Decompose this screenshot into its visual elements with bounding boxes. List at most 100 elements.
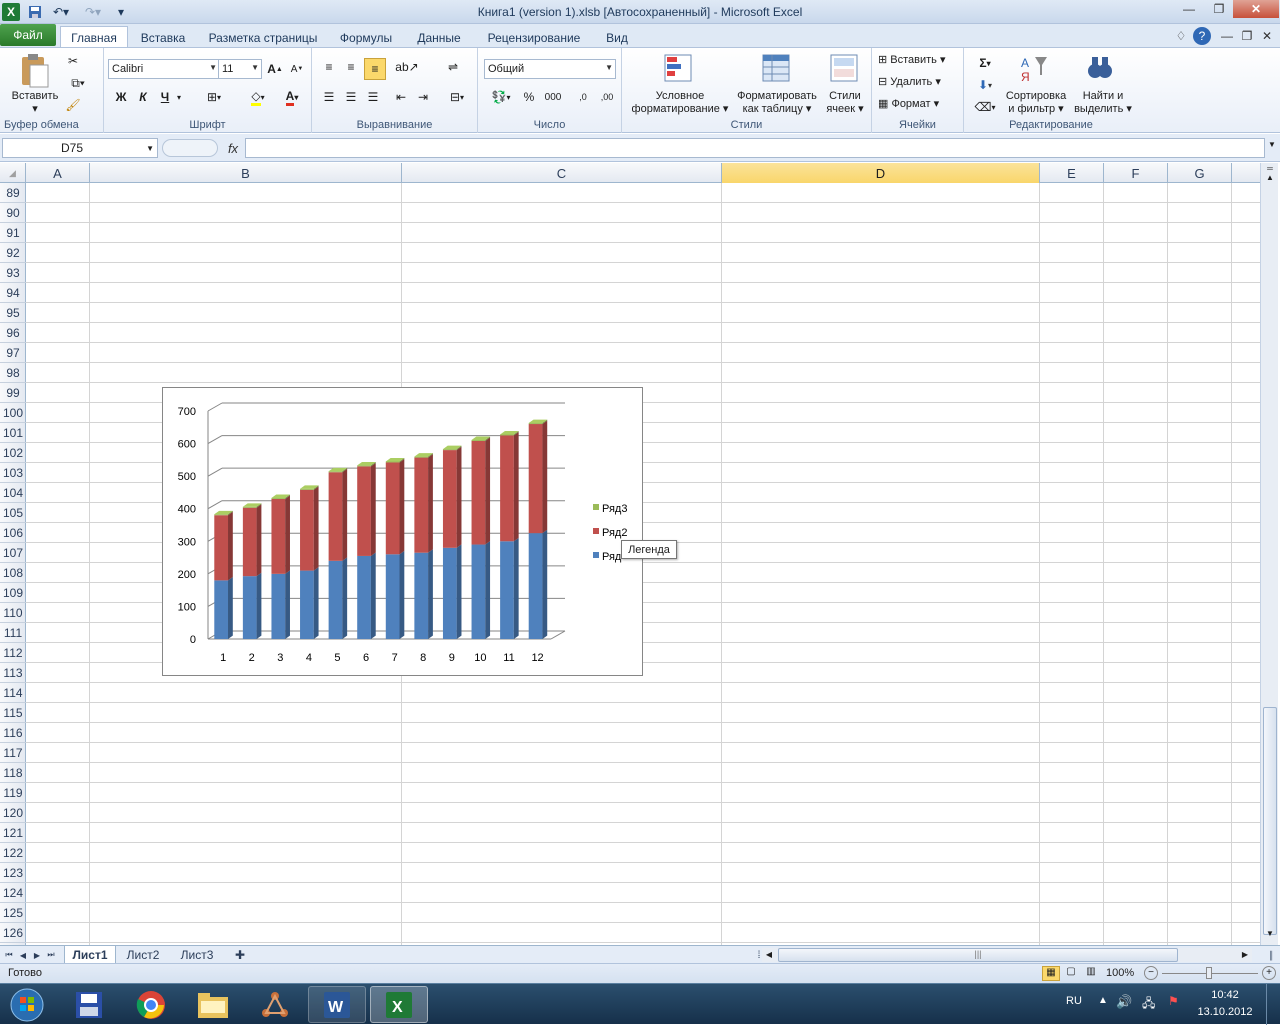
taskbar-app-icon[interactable] — [246, 986, 304, 1023]
grow-font-icon[interactable]: A ▲ — [266, 60, 284, 78]
name-box[interactable]: D75 ▼ — [2, 138, 158, 158]
row-header[interactable]: 100 — [0, 403, 26, 423]
split-box-icon[interactable]: ═ — [1263, 165, 1277, 173]
row-header[interactable]: 97 — [0, 343, 26, 363]
horizontal-scroll-thumb[interactable]: ||| — [778, 948, 1178, 962]
vertical-scrollbar[interactable]: ═ ▲ ▼ — [1260, 163, 1278, 945]
format-as-table-button[interactable]: Форматировать как таблицу ▾ — [730, 90, 824, 116]
column-header-d[interactable]: D — [722, 163, 1040, 183]
row-header[interactable]: 119 — [0, 783, 26, 803]
row-header[interactable]: 103 — [0, 463, 26, 483]
tab-review[interactable]: Рецензирование — [478, 28, 590, 48]
row-header[interactable]: 118 — [0, 763, 26, 783]
clock-time[interactable]: 10:42 — [1190, 989, 1260, 1001]
tab-page-layout[interactable]: Разметка страницы — [200, 28, 326, 48]
row-header[interactable]: 104 — [0, 483, 26, 503]
paste-button[interactable]: Вставить — [6, 90, 64, 103]
row-header[interactable]: 114 — [0, 683, 26, 703]
hsplit-box-icon[interactable]: ║ — [1264, 946, 1278, 964]
row-header[interactable]: 105 — [0, 503, 26, 523]
row-header[interactable]: 124 — [0, 883, 26, 903]
taskbar-explorer-icon[interactable] — [184, 986, 242, 1023]
insert-function-button[interactable]: fx — [222, 138, 244, 158]
tab-file[interactable]: Файл — [0, 24, 56, 46]
italic-button[interactable]: К — [134, 88, 152, 106]
column-header-c[interactable]: C — [402, 163, 722, 183]
row-header[interactable]: 90 — [0, 203, 26, 223]
zoom-out-icon[interactable]: − — [1144, 966, 1158, 980]
find-select-button[interactable]: Найти и выделить ▾ — [1070, 90, 1136, 116]
row-header[interactable]: 121 — [0, 823, 26, 843]
align-right-icon[interactable]: ☰ — [364, 88, 382, 106]
row-header[interactable]: 92 — [0, 243, 26, 263]
row-header[interactable]: 108 — [0, 563, 26, 583]
borders-icon[interactable]: ⊞ ▾ — [198, 88, 230, 106]
percent-button[interactable]: % — [520, 88, 538, 106]
select-all-button[interactable]: ◢ — [0, 163, 26, 183]
number-format-select[interactable]: Общий ▼ — [484, 59, 616, 79]
sheet-tab-3[interactable]: Лист3 — [172, 946, 222, 964]
delete-cells-button[interactable]: ⊟ Удалить ▾ — [878, 76, 960, 89]
taskbar-chrome-icon[interactable] — [122, 986, 180, 1023]
autosum-button[interactable]: Σ ▾ — [970, 54, 1000, 72]
fill-icon[interactable]: ⬇ ▾ — [970, 76, 1000, 94]
taskbar-floppy-icon[interactable] — [60, 986, 118, 1023]
language-indicator[interactable]: RU — [1066, 995, 1082, 1007]
close-button[interactable]: ✕ — [1233, 0, 1279, 18]
increase-indent-icon[interactable]: ⇥ — [414, 88, 432, 106]
restore-button[interactable]: ❐ — [1205, 0, 1233, 18]
chart-object[interactable]: 0 100 200 300 400 500 600 700 1 2 3 4 5 6 7 8 9 10 11 12 Ряд… — [162, 387, 643, 676]
conditional-formatting-button[interactable]: Условное форматирование ▾ — [626, 90, 734, 116]
shrink-font-icon[interactable]: A ▼ — [288, 60, 306, 78]
fill-color-icon[interactable]: ◇ ▾ — [242, 88, 274, 106]
sort-filter-icon[interactable]: AЯ — [1018, 52, 1050, 84]
format-as-table-icon[interactable] — [760, 52, 792, 84]
currency-format-icon[interactable]: 💱 ▾ — [486, 88, 516, 106]
font-color-icon[interactable]: A ▾ — [276, 88, 308, 106]
row-header[interactable]: 101 — [0, 423, 26, 443]
row-header[interactable]: 111 — [0, 623, 26, 643]
help-icon[interactable]: ? — [1193, 27, 1211, 45]
column-header-f[interactable]: F — [1104, 163, 1168, 183]
prev-sheet-icon[interactable]: ◀ — [16, 946, 30, 964]
last-sheet-icon[interactable]: ⏭ — [44, 946, 58, 964]
page-layout-view-icon[interactable]: ▢ — [1062, 966, 1080, 981]
row-header[interactable]: 113 — [0, 663, 26, 683]
row-header[interactable]: 110 — [0, 603, 26, 623]
row-header[interactable]: 120 — [0, 803, 26, 823]
row-header[interactable]: 109 — [0, 583, 26, 603]
minimize-button[interactable]: — — [1175, 0, 1203, 18]
workbook-minimize-icon[interactable]: — — [1218, 27, 1236, 45]
column-header-g[interactable]: G — [1168, 163, 1232, 183]
thousands-button[interactable]: 000 — [542, 88, 564, 106]
sheet-tab-2[interactable]: Лист2 — [118, 946, 168, 964]
conditional-formatting-icon[interactable] — [662, 52, 694, 84]
row-header[interactable]: 117 — [0, 743, 26, 763]
cell-styles-button[interactable]: Стили ячеек ▾ — [822, 90, 868, 116]
workbook-restore-icon[interactable]: ❐ — [1238, 27, 1256, 45]
taskbar-word-icon[interactable]: W — [308, 986, 366, 1023]
row-header[interactable]: 106 — [0, 523, 26, 543]
format-painter-icon[interactable]: 🖌 — [64, 96, 82, 114]
tab-home[interactable]: Главная — [60, 26, 128, 48]
first-sheet-icon[interactable]: ⏮ — [2, 946, 16, 964]
horizontal-scrollbar[interactable]: ◀ ||| ▶ — [762, 948, 1252, 962]
row-header[interactable]: 115 — [0, 703, 26, 723]
align-bottom-icon[interactable]: ≡ — [364, 58, 386, 80]
scroll-left-icon[interactable]: ◀ — [762, 948, 776, 962]
row-header[interactable]: 89 — [0, 183, 26, 203]
find-select-icon[interactable] — [1084, 52, 1116, 84]
action-center-icon[interactable]: ⚑ — [1168, 994, 1179, 1008]
paste-icon[interactable] — [16, 52, 52, 90]
show-hidden-icons-icon[interactable]: ▲ — [1098, 995, 1108, 1006]
sort-filter-button[interactable]: Сортировка и фильтр ▾ — [1000, 90, 1072, 116]
increase-decimal-button[interactable]: ,0 — [572, 88, 594, 106]
orientation-icon[interactable]: ab↗ — [394, 58, 420, 76]
column-header-e[interactable]: E — [1040, 163, 1104, 183]
align-left-icon[interactable]: ☰ — [320, 88, 338, 106]
volume-icon[interactable]: 🔊 — [1116, 994, 1132, 1010]
tab-data[interactable]: Данные — [408, 28, 470, 48]
paste-dropdown-icon[interactable]: ▾ — [30, 103, 40, 116]
next-sheet-icon[interactable]: ▶ — [30, 946, 44, 964]
align-top-icon[interactable]: ≡ — [320, 58, 338, 76]
